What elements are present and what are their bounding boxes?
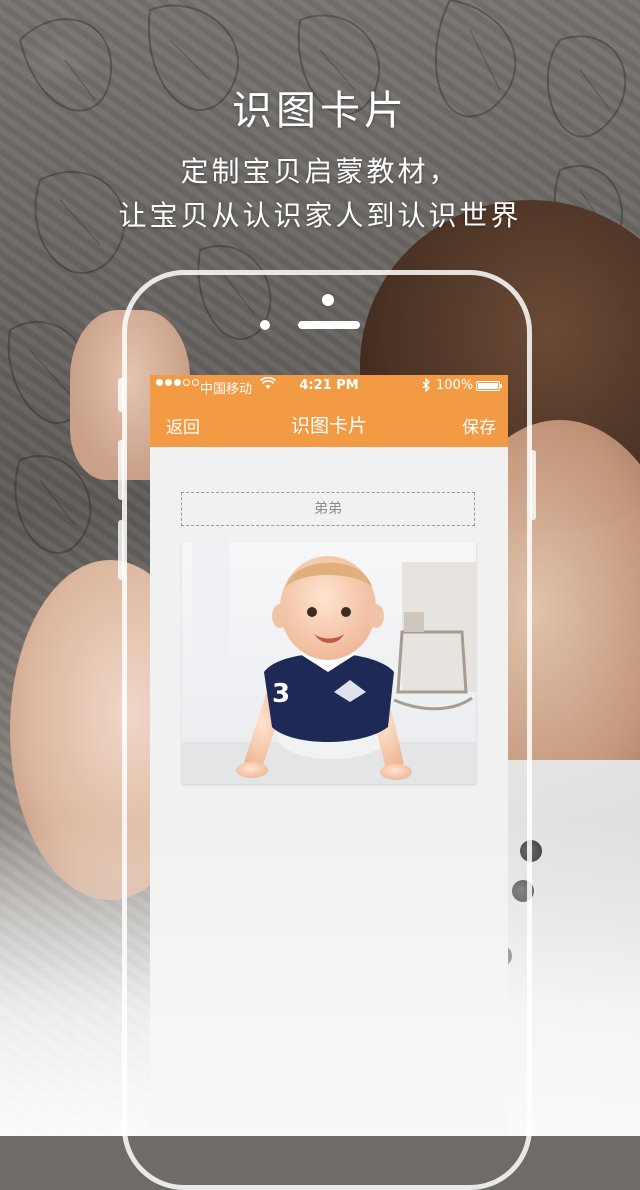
phone-volume-down bbox=[118, 520, 124, 580]
headline-subtitle-line2: 让宝贝从认识家人到认识世界 bbox=[118, 199, 522, 232]
app-screen: 中国移动 4:21 PM 100% 返回 识图卡片 保存 弟弟 3 bbox=[150, 375, 508, 1136]
battery-percent: 100% bbox=[436, 378, 474, 393]
phone-front-camera bbox=[322, 294, 334, 306]
phone-mute-switch bbox=[118, 378, 124, 412]
screen-bottom-fade bbox=[150, 835, 508, 1136]
phone-speaker bbox=[298, 321, 360, 329]
battery-tip bbox=[500, 384, 502, 388]
card-name-field[interactable]: 弟弟 bbox=[181, 492, 475, 526]
phone-volume-up bbox=[118, 440, 124, 500]
phone-sensor bbox=[260, 320, 270, 330]
nav-title: 识图卡片 bbox=[290, 415, 367, 437]
headline-subtitle-line1: 定制宝贝启蒙教材， bbox=[180, 155, 460, 188]
headline-title: 识图卡片 bbox=[232, 88, 408, 134]
bluetooth-icon bbox=[421, 377, 431, 396]
battery-icon bbox=[476, 381, 500, 391]
navigation-bar: 返回 识图卡片 保存 bbox=[150, 397, 508, 447]
status-bar: 中国移动 4:21 PM 100% bbox=[150, 375, 508, 397]
phone-power-button bbox=[530, 450, 536, 520]
card-photo[interactable]: 3 bbox=[182, 542, 476, 784]
save-button[interactable]: 保存 bbox=[462, 413, 496, 438]
jersey-number: 3 bbox=[272, 679, 290, 709]
baby-photo-illustration: 3 bbox=[182, 542, 476, 784]
